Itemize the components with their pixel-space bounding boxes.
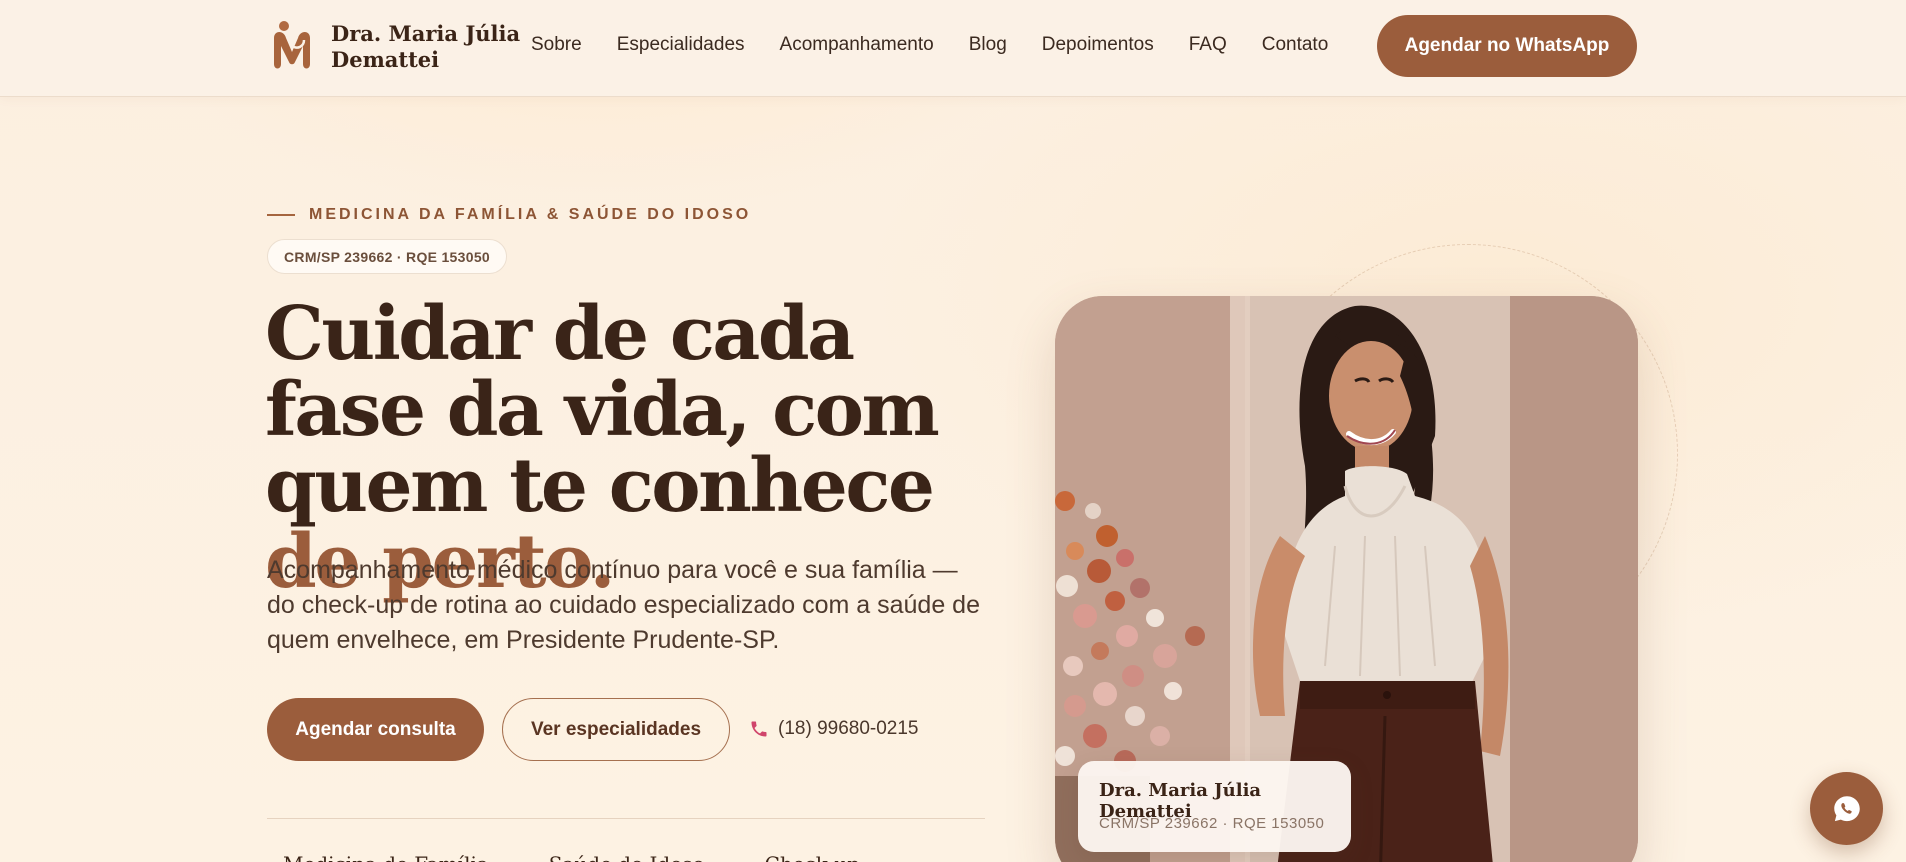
- hero-subtext: Acompanhamento médico contínuo para você…: [267, 556, 980, 654]
- hero-eyebrow: MEDICINA DA FAMÍLIA & SAÚDE DO IDOSO: [267, 206, 751, 224]
- specialty-item: Check-up: [765, 852, 860, 862]
- eyebrow-line: [267, 214, 295, 216]
- site-header: Dra. Maria Júlia Demattei Sobre Especial…: [0, 0, 1906, 97]
- specialty-item: Saúde do Idoso: [549, 852, 705, 862]
- whatsapp-schedule-button[interactable]: Agendar no WhatsApp: [1377, 15, 1637, 77]
- nav-item-acompanhamento[interactable]: Acompanhamento: [780, 34, 934, 56]
- main-nav: Sobre Especialidades Acompanhamento Blog…: [531, 34, 1363, 56]
- whatsapp-icon: [1833, 795, 1860, 821]
- nav-item-depoimentos[interactable]: Depoimentos: [1042, 34, 1154, 56]
- nav-item-faq[interactable]: FAQ: [1189, 34, 1227, 56]
- schedule-appointment-button[interactable]: Agendar consulta: [267, 698, 484, 761]
- m-monogram-icon[interactable]: [270, 20, 314, 72]
- view-specialties-button[interactable]: Ver especialidades: [502, 698, 730, 761]
- nav-item-blog[interactable]: Blog: [969, 34, 1007, 56]
- headline-text: Cuidar de cada fase da vida, com quem te…: [265, 291, 940, 529]
- logo-name-line1: Dra. Maria Júlia: [331, 21, 521, 46]
- logo-name-line2: Demattei: [331, 47, 440, 72]
- nav-item-especialidades[interactable]: Especialidades: [617, 34, 745, 56]
- whatsapp-floating-button[interactable]: [1810, 772, 1883, 845]
- eyebrow-text: MEDICINA DA FAMÍLIA & SAÚDE DO IDOSO: [309, 206, 752, 223]
- name-card-credentials: CRM/SP 239662 · RQE 153050: [1099, 815, 1325, 832]
- phone-number: (18) 99680-0215: [778, 718, 919, 739]
- nav-item-contato[interactable]: Contato: [1262, 34, 1329, 56]
- credentials-badge: CRM/SP 239662 · RQE 153050: [267, 239, 507, 274]
- nav-item-sobre[interactable]: Sobre: [531, 34, 582, 56]
- doctor-name-card: Dra. Maria Júlia Demattei CRM/SP 239662 …: [1078, 761, 1351, 852]
- site-logo-name[interactable]: Dra. Maria Júlia Demattei: [331, 21, 520, 73]
- phone-link[interactable]: (18) 99680-0215: [749, 718, 919, 740]
- phone-icon: [751, 721, 767, 737]
- specialty-strip: Medicina de Família Saúde do Idoso Check…: [283, 852, 920, 862]
- hero-divider: [267, 818, 985, 819]
- specialty-item: Medicina de Família: [283, 852, 489, 862]
